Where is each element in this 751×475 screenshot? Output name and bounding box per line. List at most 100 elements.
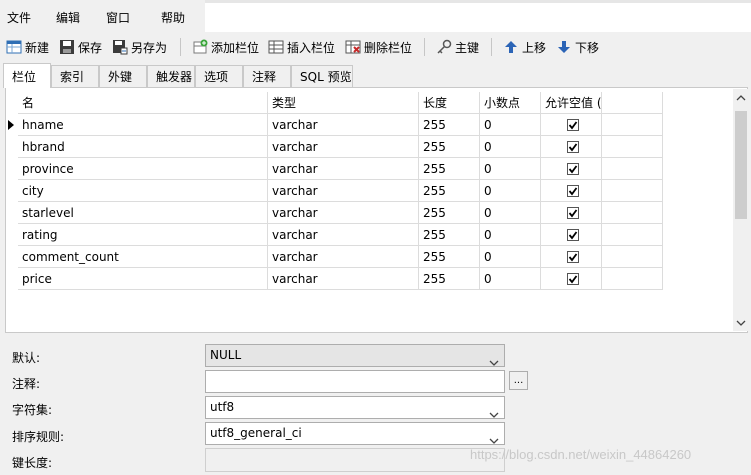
default-select[interactable]: NULL	[205, 344, 505, 367]
not-null-checkbox[interactable]	[567, 251, 579, 263]
cell-length[interactable]: 255	[419, 136, 480, 158]
scroll-up-icon[interactable]	[735, 92, 747, 104]
cell-name[interactable]: hname	[18, 114, 268, 136]
cell-not-null	[541, 268, 602, 290]
not-null-checkbox[interactable]	[567, 119, 579, 131]
insert-field-button[interactable]: 插入栏位	[268, 37, 335, 57]
table-row[interactable]: province varchar 255 0	[18, 158, 665, 180]
comment-edit-button[interactable]: ...	[509, 371, 528, 390]
cell-name[interactable]: comment_count	[18, 246, 268, 268]
cell-type[interactable]: varchar	[268, 224, 419, 246]
cell-decimals[interactable]: 0	[480, 158, 541, 180]
save-as-button[interactable]: 另存为	[112, 37, 167, 57]
cell-type[interactable]: varchar	[268, 180, 419, 202]
cell-decimals[interactable]: 0	[480, 246, 541, 268]
charset-select[interactable]: utf8	[205, 396, 505, 419]
column-header-not-null[interactable]: 允许空值 (	[541, 92, 602, 114]
table-row[interactable]: rating varchar 255 0	[18, 224, 665, 246]
not-null-checkbox[interactable]	[567, 141, 579, 153]
cell-length[interactable]: 255	[419, 202, 480, 224]
cell-decimals[interactable]: 0	[480, 224, 541, 246]
cell-decimals[interactable]: 0	[480, 180, 541, 202]
grid-vertical-scrollbar[interactable]	[733, 89, 748, 331]
field-grid-panel: 名 类型 长度 小数点 允许空值 ( hname varchar 255 0 hbran…	[5, 87, 748, 333]
not-null-checkbox[interactable]	[567, 185, 579, 197]
not-null-checkbox[interactable]	[567, 273, 579, 285]
cell-type[interactable]: varchar	[268, 114, 419, 136]
cell-type[interactable]: varchar	[268, 246, 419, 268]
checkmark-icon	[568, 121, 578, 130]
move-up-button[interactable]: 上移	[503, 37, 546, 57]
cell-empty	[602, 268, 663, 290]
delete-field-button-label: 删除栏位	[364, 40, 413, 55]
menu-file[interactable]: 文件	[7, 9, 31, 26]
scrollbar-thumb[interactable]	[735, 111, 747, 219]
tab-foreign-keys[interactable]: 外键	[99, 65, 147, 87]
column-header-name[interactable]: 名	[18, 92, 268, 114]
cell-name[interactable]: city	[18, 180, 268, 202]
new-button[interactable]: 新建	[6, 37, 49, 57]
move-up-button-label: 上移	[522, 40, 547, 55]
column-header-type[interactable]: 类型	[268, 92, 419, 114]
tab-indexes[interactable]: 索引	[51, 65, 99, 87]
insert-field-icon	[268, 39, 284, 55]
checkmark-icon	[568, 143, 578, 152]
add-field-icon	[192, 39, 208, 55]
cell-length[interactable]: 255	[419, 246, 480, 268]
column-header-decimals[interactable]: 小数点	[480, 92, 541, 114]
cell-name[interactable]: rating	[18, 224, 268, 246]
checkmark-icon	[568, 253, 578, 262]
not-null-checkbox[interactable]	[567, 229, 579, 241]
cell-name[interactable]: starlevel	[18, 202, 268, 224]
save-as-icon	[112, 39, 128, 55]
move-down-button[interactable]: 下移	[556, 37, 599, 57]
cell-name[interactable]: hbrand	[18, 136, 268, 158]
cell-not-null	[541, 180, 602, 202]
table-row[interactable]: city varchar 255 0	[18, 180, 665, 202]
comment-field[interactable]	[205, 370, 505, 393]
cell-decimals[interactable]: 0	[480, 114, 541, 136]
cell-type[interactable]: varchar	[268, 268, 419, 290]
cell-decimals[interactable]: 0	[480, 202, 541, 224]
charset-select-value: utf8	[210, 400, 235, 414]
tab-fields[interactable]: 栏位	[3, 63, 51, 88]
cell-type[interactable]: varchar	[268, 158, 419, 180]
menu-edit[interactable]: 编辑	[56, 9, 80, 26]
checkmark-icon	[568, 165, 578, 174]
cell-length[interactable]: 255	[419, 158, 480, 180]
save-button[interactable]: 保存	[59, 37, 102, 57]
collation-select-value: utf8_general_ci	[210, 426, 302, 440]
menu-help[interactable]: 帮助	[161, 9, 185, 26]
primary-key-button[interactable]: 主键	[436, 37, 479, 57]
cell-length[interactable]: 255	[419, 224, 480, 246]
cell-type[interactable]: varchar	[268, 202, 419, 224]
menu-window[interactable]: 窗口	[106, 9, 130, 26]
tab-options[interactable]: 选项	[195, 65, 243, 87]
cell-decimals[interactable]: 0	[480, 136, 541, 158]
column-header-length[interactable]: 长度	[419, 92, 480, 114]
table-row[interactable]: hbrand varchar 255 0	[18, 136, 665, 158]
table-row[interactable]: starlevel varchar 255 0	[18, 202, 665, 224]
not-null-checkbox[interactable]	[567, 163, 579, 175]
column-header-empty	[602, 92, 663, 114]
tab-sql-preview[interactable]: SQL 预览	[291, 65, 353, 87]
add-field-button[interactable]: 添加栏位	[192, 37, 259, 57]
cell-name[interactable]: price	[18, 268, 268, 290]
cell-not-null	[541, 246, 602, 268]
key-length-field	[205, 448, 505, 472]
not-null-checkbox[interactable]	[567, 207, 579, 219]
cell-decimals[interactable]: 0	[480, 268, 541, 290]
collation-select[interactable]: utf8_general_ci	[205, 422, 505, 445]
table-row[interactable]: hname varchar 255 0	[8, 114, 665, 136]
table-row[interactable]: price varchar 255 0	[18, 268, 665, 290]
tab-comment[interactable]: 注释	[243, 65, 291, 87]
delete-field-button[interactable]: 删除栏位	[345, 37, 412, 57]
scroll-down-icon[interactable]	[735, 317, 747, 329]
cell-name[interactable]: province	[18, 158, 268, 180]
table-row[interactable]: comment_count varchar 255 0	[18, 246, 665, 268]
cell-length[interactable]: 255	[419, 268, 480, 290]
cell-length[interactable]: 255	[419, 114, 480, 136]
cell-type[interactable]: varchar	[268, 136, 419, 158]
tab-triggers[interactable]: 触发器	[147, 65, 195, 87]
cell-length[interactable]: 255	[419, 180, 480, 202]
